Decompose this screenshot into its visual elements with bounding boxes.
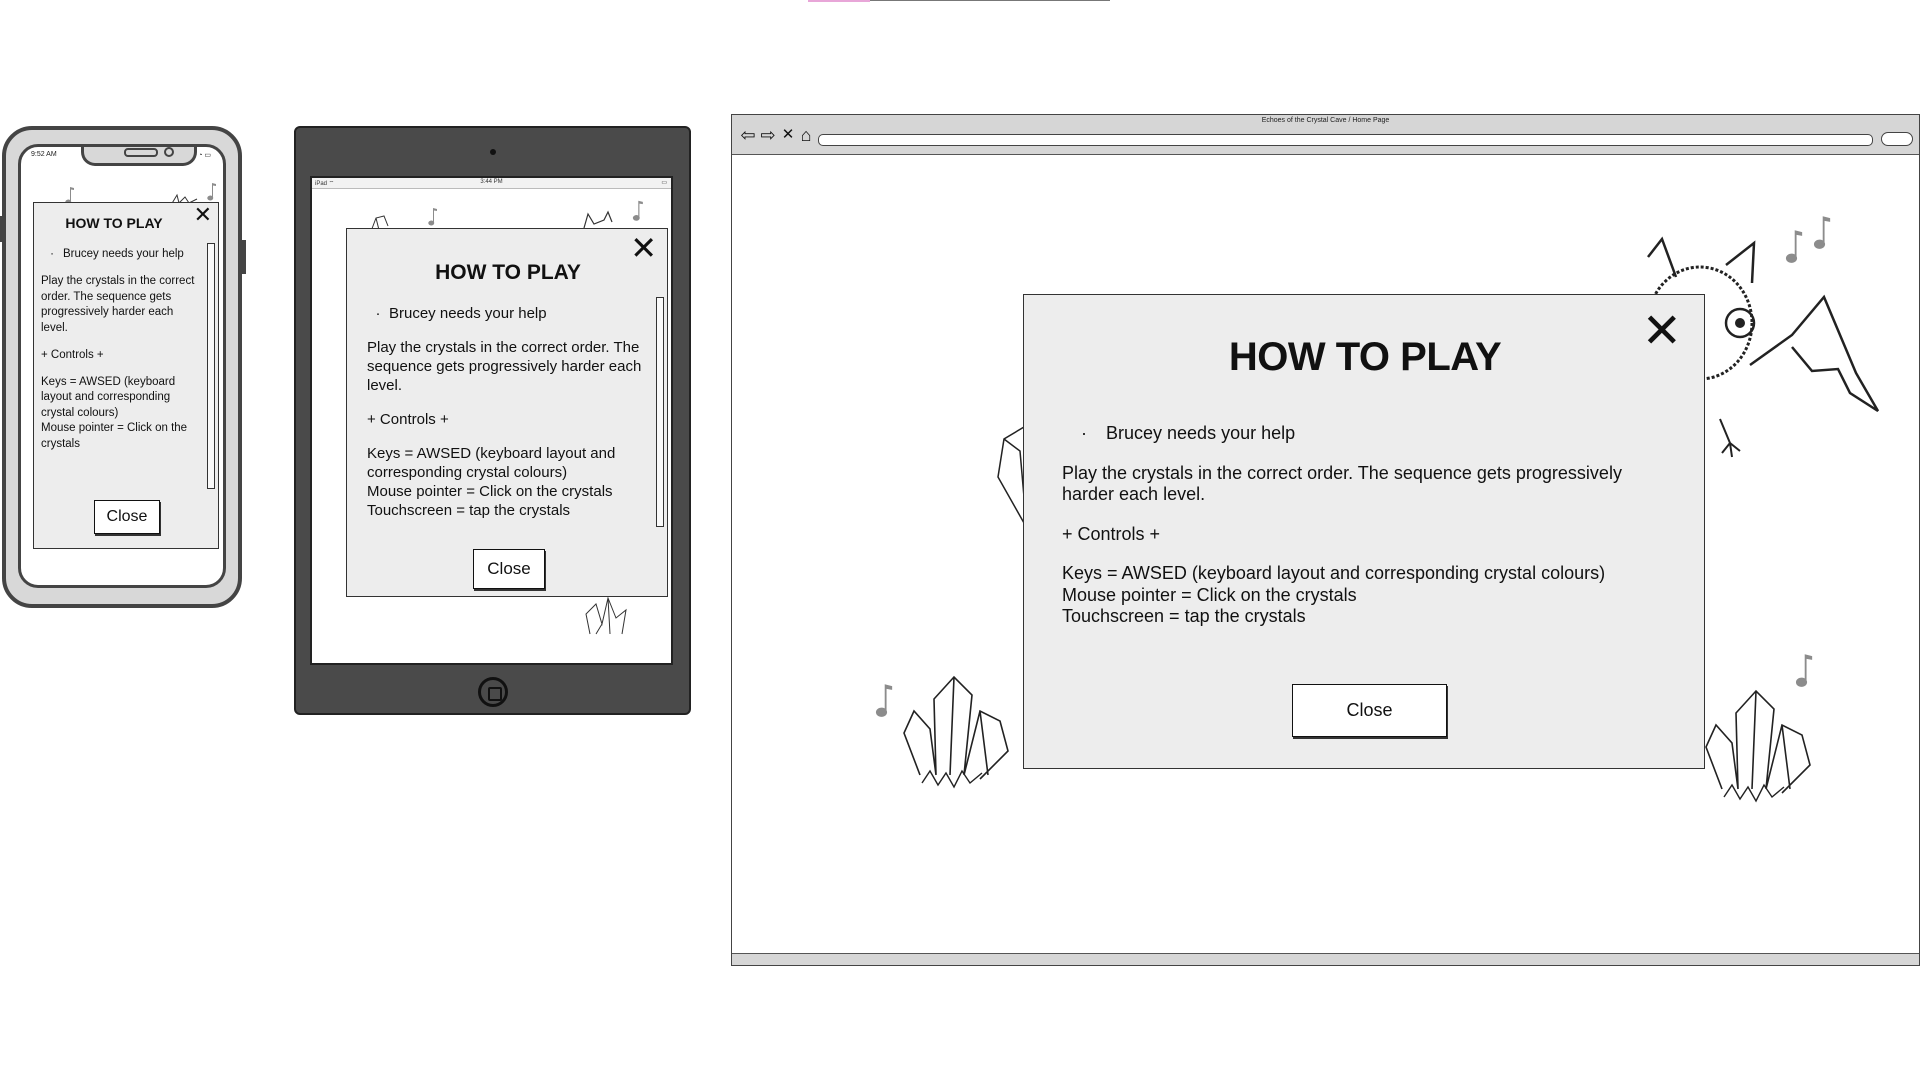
crystal-illustration: [585, 596, 627, 635]
modal-body: · Brucey needs your help Play the crysta…: [367, 304, 652, 524]
close-icon[interactable]: ✕: [630, 229, 657, 267]
phone-speaker: [124, 148, 158, 157]
mouse-text: Mouse pointer = Click on the crystals: [367, 483, 613, 500]
bullet-icon: ·: [1081, 423, 1087, 443]
controls-heading: + Controls +: [367, 411, 449, 428]
tablet-status-battery: ▭: [661, 180, 667, 186]
list-item: · Brucey needs your help: [367, 304, 652, 323]
touch-text: Touchscreen = tap the crystals: [1062, 606, 1306, 626]
bullet-icon: ·: [50, 248, 54, 260]
bullet-text: Brucey needs your help: [1106, 423, 1296, 443]
tablet-status-bar: iPad ⌔ 3:44 PM ▭: [312, 178, 671, 189]
music-note-icon: [1813, 216, 1831, 249]
tablet-camera: [490, 149, 496, 155]
phone-camera: [164, 147, 174, 157]
modal-body: · Brucey needs your help Play the crysta…: [1062, 423, 1662, 628]
browser-toolbar: Echoes of the Crystal Cave / Home Page ⇦…: [732, 115, 1919, 155]
top-divider-line: [870, 0, 1110, 1]
list-item: · Brucey needs your help: [41, 247, 199, 263]
tablet-mockup: iPad ⌔ 3:44 PM ▭ HOW TO PLAY ✕ · Brucey …: [294, 126, 691, 715]
search-icon[interactable]: [1881, 132, 1913, 146]
instructions-text: Play the crystals in the correct order. …: [41, 275, 195, 334]
close-button[interactable]: Close: [94, 500, 160, 534]
music-note-icon: [632, 200, 643, 221]
scrollbar[interactable]: [207, 243, 215, 489]
phone-power-button: [242, 240, 246, 274]
top-accent-line: [808, 0, 870, 2]
crystal-illustration: [903, 675, 1009, 789]
keys-text: Keys = AWSED (keyboard layout and corres…: [1062, 563, 1606, 583]
browser-status-bar: [732, 953, 1919, 965]
controls-heading: + Controls +: [1062, 523, 1161, 544]
phone-status-time: 9:52 AM: [31, 151, 57, 158]
keys-text: Keys = AWSED (keyboard layout and corres…: [41, 375, 176, 419]
close-icon[interactable]: ✕: [1642, 303, 1682, 359]
how-to-play-modal: HOW TO PLAY ✕ · Brucey needs your help P…: [33, 202, 219, 549]
modal-title: HOW TO PLAY: [435, 261, 581, 284]
phone-screen: 9:52 AM ▪▪ ◔ ▭ HOW TO PLAY ✕ · Brucey ne…: [18, 144, 226, 588]
music-note-icon: [1795, 654, 1813, 687]
how-to-play-modal: HOW TO PLAY ✕ · Brucey needs your help P…: [1023, 294, 1705, 769]
instructions-text: Play the crystals in the correct order. …: [367, 339, 642, 394]
modal-title: HOW TO PLAY: [65, 215, 163, 231]
mouse-text: Mouse pointer = Click on the crystals: [41, 422, 188, 450]
back-icon[interactable]: ⇦: [738, 126, 758, 146]
home-square-icon: [488, 687, 502, 701]
music-note-icon: [875, 684, 893, 717]
address-bar[interactable]: [818, 134, 1873, 146]
tablet-status-time: 3:44 PM: [480, 179, 503, 185]
forward-icon[interactable]: ⇨: [758, 126, 778, 146]
bullet-text: Brucey needs your help: [63, 248, 184, 260]
tablet-home-button[interactable]: [478, 677, 508, 707]
music-note-icon: [1785, 230, 1803, 263]
how-to-play-modal: HOW TO PLAY ✕ · Brucey needs your help P…: [346, 228, 668, 597]
close-icon[interactable]: ✕: [194, 203, 212, 228]
controls-heading: + Controls +: [41, 348, 104, 361]
scrollbar[interactable]: [656, 297, 664, 527]
home-icon[interactable]: ⌂: [796, 126, 816, 146]
stop-icon[interactable]: ✕: [778, 126, 798, 146]
modal-body: · Brucey needs your help Play the crysta…: [41, 247, 199, 489]
list-item: · Brucey needs your help: [1062, 423, 1662, 445]
music-note-icon: [207, 183, 216, 201]
bullet-text: Brucey needs your help: [389, 305, 547, 322]
phone-mockup: 9:52 AM ▪▪ ◔ ▭ HOW TO PLAY ✕ · Brucey ne…: [0, 126, 246, 608]
browser-window: Echoes of the Crystal Cave / Home Page ⇦…: [731, 114, 1920, 966]
instructions-text: Play the crystals in the correct order. …: [1062, 462, 1622, 505]
phone-notch: [81, 147, 197, 166]
keys-text: Keys = AWSED (keyboard layout and corres…: [367, 445, 616, 481]
mouse-text: Mouse pointer = Click on the crystals: [1062, 584, 1357, 605]
bullet-icon: ·: [375, 305, 381, 322]
close-button[interactable]: Close: [1292, 684, 1447, 737]
tablet-screen: iPad ⌔ 3:44 PM ▭ HOW TO PLAY ✕ · Brucey …: [310, 176, 673, 665]
touch-text: Touchscreen = tap the crystals: [367, 502, 571, 519]
modal-title: HOW TO PLAY: [1228, 335, 1502, 379]
phone-volume-button: [0, 216, 2, 242]
crystal-illustration: [1705, 689, 1811, 803]
window-title: Echoes of the Crystal Cave / Home Page: [1261, 117, 1390, 124]
music-note-icon: [428, 208, 437, 226]
close-button[interactable]: Close: [473, 549, 545, 589]
